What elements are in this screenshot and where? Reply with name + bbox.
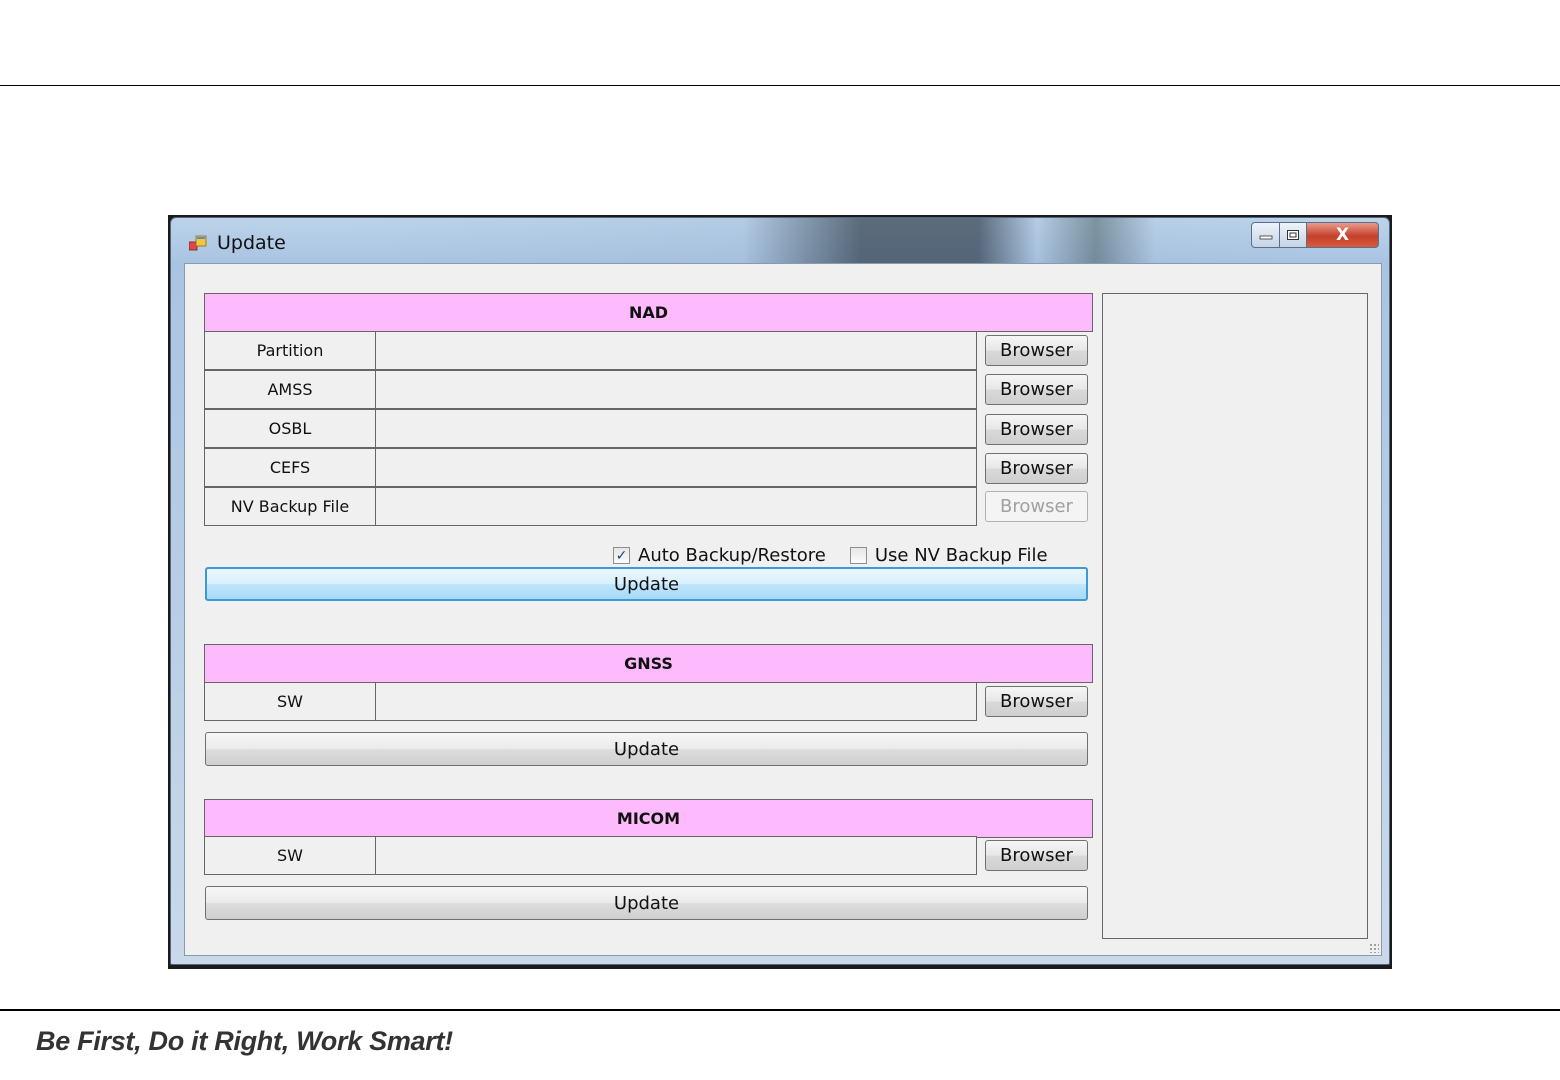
gnss-update-button[interactable]: Update [205, 732, 1088, 766]
resize-grip-icon[interactable] [1369, 943, 1379, 953]
auto-backup-option[interactable]: ✓ Auto Backup/Restore [613, 545, 826, 566]
partition-label: Partition [204, 331, 376, 370]
gnss-sw-path-input[interactable] [376, 683, 976, 720]
auto-backup-checkbox[interactable]: ✓ [613, 547, 630, 564]
osbl-label: OSBL [204, 409, 376, 448]
micom-sw-path-input[interactable] [376, 837, 976, 874]
cefs-browse-button[interactable]: Browser [985, 453, 1088, 484]
use-nv-backup-checkbox[interactable] [849, 547, 867, 564]
micom-update-button[interactable]: Update [205, 886, 1088, 920]
use-nv-backup-option[interactable]: Use NV Backup File [849, 545, 1048, 566]
partition-browse-button[interactable]: Browser [985, 335, 1088, 366]
nad-section-header: NAD [204, 293, 1093, 332]
amss-path-input[interactable] [376, 371, 976, 408]
footer-slogan: Be First, Do it Right, Work Smart! [36, 1026, 453, 1056]
amss-browse-button[interactable]: Browser [985, 374, 1088, 405]
window-frame: Update X NAD Partition Browser AMSS Brow… [170, 217, 1390, 965]
log-panel[interactable] [1102, 293, 1368, 939]
app-icon [189, 235, 207, 251]
gnss-sw-browse-button[interactable]: Browser [985, 686, 1088, 717]
nad-update-button[interactable]: Update [205, 567, 1088, 601]
micom-sw-label: SW [204, 836, 376, 875]
amss-label: AMSS [204, 370, 376, 409]
cefs-label: CEFS [204, 448, 376, 487]
nv-backup-file-path-field[interactable] [375, 487, 977, 526]
window-controls: X [1251, 222, 1379, 248]
osbl-path-field[interactable] [375, 409, 977, 448]
checkmark-icon: ✓ [615, 547, 628, 564]
minimize-icon [1259, 235, 1272, 240]
auto-backup-label: Auto Backup/Restore [638, 545, 826, 566]
titlebar-background [351, 218, 1331, 266]
micom-sw-path-field[interactable] [375, 836, 977, 875]
partition-path-input[interactable] [376, 332, 976, 369]
window-title: Update [217, 232, 286, 254]
nv-backup-browse-button[interactable]: Browser [985, 491, 1088, 522]
gnss-sw-label: SW [204, 682, 376, 721]
maximize-button[interactable] [1280, 222, 1307, 248]
amss-path-field[interactable] [375, 370, 977, 409]
osbl-browse-button[interactable]: Browser [985, 414, 1088, 445]
nad-options: ✓ Auto Backup/Restore Use NV Backup File [613, 545, 1072, 566]
partition-path-field[interactable] [375, 331, 977, 370]
use-nv-backup-label: Use NV Backup File [874, 545, 1048, 566]
client-area: NAD Partition Browser AMSS Browser OSBL … [184, 263, 1382, 956]
top-divider-line [0, 85, 1560, 86]
micom-section-header: MICOM [204, 799, 1093, 838]
nv-backup-file-path-input[interactable] [376, 488, 976, 525]
cefs-path-input[interactable] [376, 449, 976, 486]
maximize-icon [1287, 230, 1299, 240]
cefs-path-field[interactable] [375, 448, 977, 487]
gnss-section-header: GNSS [204, 644, 1093, 683]
minimize-button[interactable] [1251, 222, 1280, 248]
update-window: Update X NAD Partition Browser AMSS Brow… [168, 215, 1392, 969]
close-button[interactable]: X [1307, 222, 1379, 248]
bottom-divider-line [0, 1009, 1560, 1011]
gnss-sw-path-field[interactable] [375, 682, 977, 721]
micom-sw-browse-button[interactable]: Browser [985, 840, 1088, 871]
close-icon: X [1335, 225, 1350, 245]
osbl-path-input[interactable] [376, 410, 976, 447]
nv-backup-file-label: NV Backup File [204, 487, 376, 526]
